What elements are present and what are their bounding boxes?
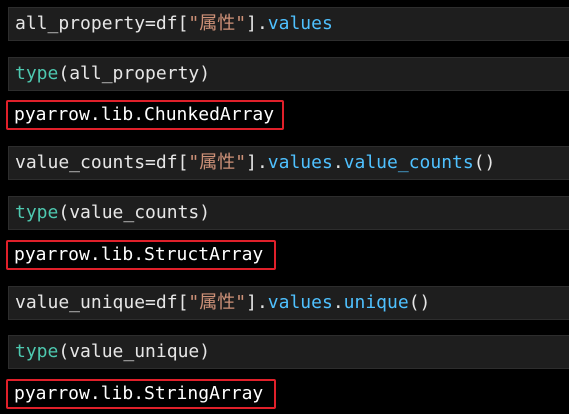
argument-name: value_counts [69,202,200,223]
output-chunked-array: pyarrow.lib.ChunkedArray [6,100,284,130]
argument-name: value_unique [69,341,200,362]
call-parens: () [473,152,496,173]
code-cell-type-value-counts[interactable]: type(value_counts) [8,196,569,230]
column-string: "属性" [188,13,247,34]
type-function: type [15,341,59,362]
type-function: type [15,63,59,84]
variable-name: all_property [15,13,146,34]
dot: . [256,13,268,34]
column-string: "属性" [188,292,247,313]
open-bracket: [ [177,292,189,313]
unique-method: unique [343,292,409,313]
code-cell-all-property[interactable]: all_property=df["属性"].values [8,7,569,41]
close-paren: ) [199,202,211,223]
open-bracket: [ [177,13,189,34]
close-bracket: ] [246,292,257,313]
dot: . [332,152,344,173]
output-string-array: pyarrow.lib.StringArray [6,379,276,409]
open-bracket: [ [177,152,189,173]
code-cell-value-counts[interactable]: value_counts=df["属性"].values.value_count… [8,146,569,180]
variable-name: value_unique [15,292,146,313]
open-paren: ( [58,202,70,223]
dot: . [256,292,268,313]
dot: . [256,152,268,173]
dataframe-name: df [155,152,178,173]
assign-operator: = [145,292,156,313]
values-attribute: values [267,292,333,313]
argument-name: all_property [69,63,200,84]
column-string: "属性" [188,152,247,173]
call-parens: () [408,292,431,313]
close-bracket: ] [246,152,257,173]
output-struct-array: pyarrow.lib.StructArray [6,240,276,270]
close-bracket: ] [246,13,257,34]
dot: . [332,292,344,313]
dataframe-name: df [155,13,178,34]
close-paren: ) [199,63,211,84]
close-paren: ) [199,341,211,362]
code-cell-value-unique[interactable]: value_unique=df["属性"].values.unique() [8,286,569,320]
variable-name: value_counts [15,152,146,173]
values-attribute: values [267,152,333,173]
assign-operator: = [145,13,156,34]
code-cell-type-value-unique[interactable]: type(value_unique) [8,335,569,369]
open-paren: ( [58,341,70,362]
values-attribute: values [267,13,333,34]
type-function: type [15,202,59,223]
dataframe-name: df [155,292,178,313]
open-paren: ( [58,63,70,84]
code-cell-type-all-property[interactable]: type(all_property) [8,57,569,91]
notebook-area: all_property=df["属性"].values type(all_pr… [0,0,569,414]
value-counts-method: value_counts [343,152,474,173]
assign-operator: = [145,152,156,173]
